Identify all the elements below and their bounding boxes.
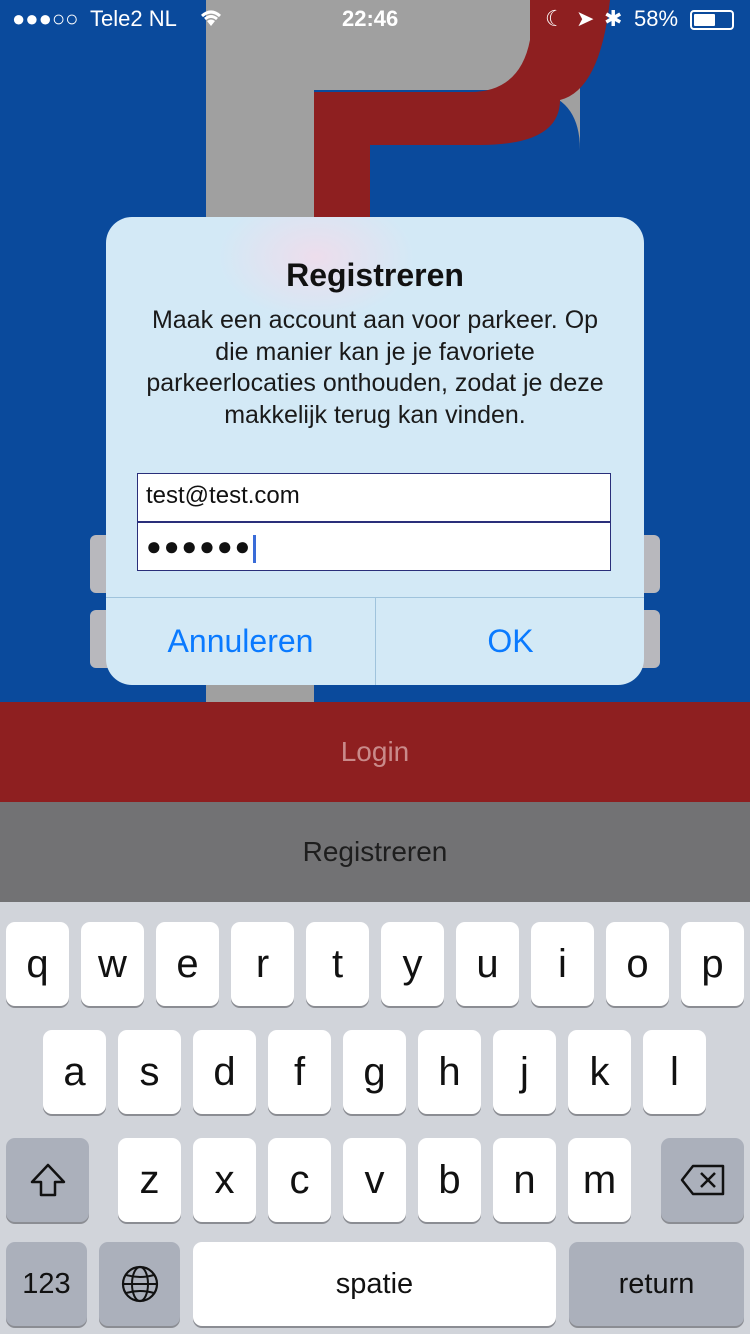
key-w[interactable]: w xyxy=(81,922,144,1006)
keyboard: q w e r t y u i o p a s d f g h j k l z … xyxy=(0,902,750,1334)
key-j[interactable]: j xyxy=(493,1030,556,1114)
location-icon: ➤ xyxy=(576,6,595,31)
bluetooth-icon: ✱ xyxy=(604,6,623,31)
key-l[interactable]: l xyxy=(643,1030,706,1114)
key-h[interactable]: h xyxy=(418,1030,481,1114)
key-o[interactable]: o xyxy=(606,922,669,1006)
signal-icon: ●●●○○ xyxy=(12,6,79,31)
key-x[interactable]: x xyxy=(193,1138,256,1222)
key-b[interactable]: b xyxy=(418,1138,481,1222)
register-dialog: Registreren Maak een account aan voor pa… xyxy=(106,217,644,685)
key-c[interactable]: c xyxy=(268,1138,331,1222)
key-g[interactable]: g xyxy=(343,1030,406,1114)
key-m[interactable]: m xyxy=(568,1138,631,1222)
space-key[interactable]: spatie xyxy=(193,1242,556,1326)
key-d[interactable]: d xyxy=(193,1030,256,1114)
numbers-key[interactable]: 123 xyxy=(6,1242,87,1326)
shift-icon xyxy=(30,1163,65,1197)
ok-button[interactable]: OK xyxy=(376,598,644,685)
key-i[interactable]: i xyxy=(531,922,594,1006)
register-button[interactable]: Registreren xyxy=(0,802,750,902)
battery-icon xyxy=(690,10,734,30)
key-s[interactable]: s xyxy=(118,1030,181,1114)
battery-fill xyxy=(694,14,715,26)
key-y[interactable]: y xyxy=(381,922,444,1006)
delete-icon xyxy=(680,1164,724,1196)
wifi-icon xyxy=(201,10,221,26)
email-field[interactable]: test@test.com xyxy=(137,473,611,522)
key-f[interactable]: f xyxy=(268,1030,331,1114)
key-t[interactable]: t xyxy=(306,922,369,1006)
battery-percent: 58% xyxy=(634,6,679,31)
login-button[interactable]: Login xyxy=(0,702,750,802)
key-k[interactable]: k xyxy=(568,1030,631,1114)
status-bar: ●●●○○ Tele2 NL 22:46 ☾ ➤ ✱ 58% xyxy=(0,0,750,40)
return-key[interactable]: return xyxy=(569,1242,744,1326)
globe-key[interactable] xyxy=(99,1242,180,1326)
password-value: ●●●●●● xyxy=(146,531,253,561)
moon-icon: ☾ xyxy=(545,6,565,31)
email-value: test@test.com xyxy=(146,482,300,509)
password-field[interactable]: ●●●●●● xyxy=(137,522,611,571)
text-cursor xyxy=(253,534,257,563)
shift-key[interactable] xyxy=(6,1138,89,1222)
key-a[interactable]: a xyxy=(43,1030,106,1114)
globe-icon xyxy=(121,1265,158,1303)
key-v[interactable]: v xyxy=(343,1138,406,1222)
key-q[interactable]: q xyxy=(6,922,69,1006)
cancel-button[interactable]: Annuleren xyxy=(106,598,375,685)
carrier-label: Tele2 NL xyxy=(90,6,177,31)
key-n[interactable]: n xyxy=(493,1138,556,1222)
key-r[interactable]: r xyxy=(231,922,294,1006)
key-e[interactable]: e xyxy=(156,922,219,1006)
clock: 22:46 xyxy=(342,6,399,31)
dialog-title: Registreren xyxy=(286,257,464,293)
key-p[interactable]: p xyxy=(681,922,744,1006)
key-u[interactable]: u xyxy=(456,922,519,1006)
delete-key[interactable] xyxy=(661,1138,744,1222)
dialog-message: Maak een account aan voor parkeer. Op di… xyxy=(146,306,604,429)
key-z[interactable]: z xyxy=(118,1138,181,1222)
